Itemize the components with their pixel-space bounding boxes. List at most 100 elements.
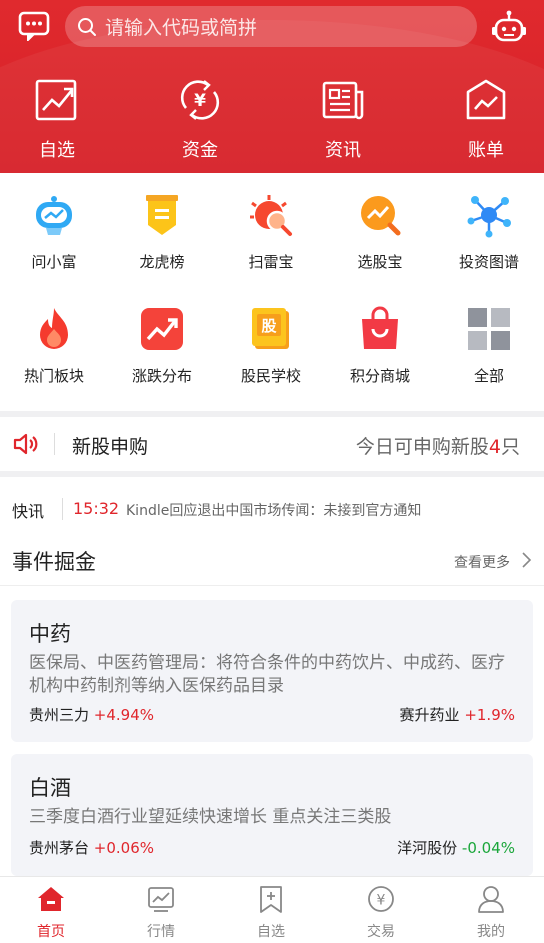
newspaper-icon [321,78,365,122]
bill-icon [464,78,508,122]
tab-me[interactable]: 我的 [437,885,544,941]
yen-circle-icon: ¥ [367,885,395,913]
grid-item-label: 全部 [473,367,504,385]
ipo-title: 新股申购 [72,436,149,458]
flame-icon [30,305,78,353]
svg-text:¥: ¥ [194,91,206,111]
divider [0,471,544,477]
grid-item-label: 选股宝 [357,253,403,271]
flash-news-tag: 快讯 [12,502,45,521]
stock-change: +0.06% [93,839,155,857]
search-icon [78,17,96,36]
event-card-stock-right[interactable]: 洋河股份 -0.04% [397,837,515,858]
shopping-bag-icon [356,305,404,353]
grid-item-label: 热门板块 [23,367,84,385]
mine-scan-icon [247,191,295,239]
tab-trade[interactable]: ¥ 交易 [327,885,435,941]
tab-market[interactable]: 行情 [107,885,215,941]
grid-item-all[interactable]: 全部 [435,305,543,386]
grid-item-dragon-tiger-list[interactable]: 龙虎榜 [108,191,216,272]
event-card-stock-right[interactable]: 赛升药业 +1.9% [400,704,515,725]
event-card-stock-left[interactable]: 贵州茅台 +0.06% [29,837,154,858]
yen-cycle-icon: ¥ [178,78,222,122]
home-icon [37,885,65,913]
tab-home[interactable]: 首页 [0,885,105,941]
quick-link-label: 资讯 [325,140,361,161]
event-card-description: 三季度白酒行业望延续快速增长 重点关注三类股 [29,807,392,827]
quick-link-label: 账单 [468,140,504,161]
stock-change: -0.04% [461,839,515,857]
tab-label: 自选 [257,924,285,940]
feature-grid: 问小富 龙虎榜 扫雷宝 选股宝 投资图谱 热门板块 涨跌分布 股 股民学校 积分… [0,173,544,411]
ipo-count: 4 [488,436,501,458]
grid-item-mine-scanner[interactable]: 扫雷宝 [217,191,325,272]
search-bar[interactable]: 请输入代码或简拼 [65,6,477,47]
event-card-stock-left[interactable]: 贵州三力 +4.94% [29,704,154,725]
stock-pick-icon [356,191,404,239]
quick-link-watchlist[interactable]: 自选 [7,74,107,162]
grid-item-points-mall[interactable]: 积分商城 [326,305,434,386]
quick-link-news[interactable]: 资讯 [293,74,393,162]
chevron-right-icon[interactable] [520,550,532,570]
event-card-description: 医保局、中医药管理局：将符合条件的中药饮片、中成药、医疗机构中药制剂等纳入医保药… [29,653,505,696]
ipo-subscription-bar[interactable]: 新股申购 今日可申购新股4只 [0,417,544,471]
grid-item-label: 龙虎榜 [139,253,185,271]
network-graph-icon [465,191,513,239]
tab-watchlist[interactable]: 自选 [217,885,325,941]
search-placeholder: 请输入代码或简拼 [105,17,258,39]
book-icon-badge: 股 [261,317,277,335]
events-header: 事件掘金 查看更多 [0,538,544,586]
flash-news-time: 15:32 [73,499,120,518]
market-chart-icon [147,885,175,913]
banner-icon [138,191,186,239]
grid-item-investor-school[interactable]: 股 股民学校 [217,305,325,386]
header: 请输入代码或简拼 自选 ¥ 资金 资讯 账单 [0,0,544,173]
quick-link-label: 自选 [39,140,75,161]
divider [54,433,55,455]
view-more-link[interactable]: 查看更多 [454,552,510,572]
grid-item-hot-sectors[interactable]: 热门板块 [0,305,108,386]
quick-link-bill[interactable]: 账单 [436,74,536,162]
ipo-count-prefix: 今日可申购新股 [355,436,489,458]
grid-item-label: 扫雷宝 [248,253,294,271]
book-icon: 股 [247,305,295,353]
stock-name: 贵州茅台 [29,839,90,857]
ipo-count-text: 今日可申购新股4只 [356,432,520,459]
grid-item-label: 积分商城 [349,367,410,385]
event-card-title: 白酒 [29,776,71,800]
tab-label: 我的 [477,924,505,940]
stock-name: 赛升药业 [399,706,460,724]
message-icon[interactable] [18,11,50,43]
divider [62,498,63,520]
quick-link-funds[interactable]: ¥ 资金 [150,74,250,162]
grid-item-rise-fall-distribution[interactable]: 涨跌分布 [108,305,216,386]
quick-links: 自选 ¥ 资金 资讯 账单 [0,74,544,164]
grid-item-label: 问小富 [31,253,77,271]
flash-news[interactable]: 快讯 15:32 Kindle回应退出中国市场传闻：未接到官方通知 [0,478,544,538]
tab-label: 行情 [147,924,175,940]
top-bar: 请输入代码或简拼 [0,0,544,56]
grid-icon [465,305,513,353]
grid-item-stock-picker[interactable]: 选股宝 [326,191,434,272]
stock-name: 贵州三力 [29,706,90,724]
flash-news-text: Kindle回应退出中国市场传闻：未接到官方通知 [126,503,422,519]
grid-item-label: 涨跌分布 [131,367,192,385]
bookmark-add-icon [257,885,285,913]
quick-link-label: 资金 [182,140,218,161]
event-card[interactable]: 中药 医保局、中医药管理局：将符合条件的中药饮片、中成药、医疗机构中药制剂等纳入… [11,600,533,742]
svg-text:¥: ¥ [377,893,386,909]
grid-item-investment-graph[interactable]: 投资图谱 [435,191,543,272]
events-title: 事件掘金 [12,550,96,574]
tab-label: 交易 [367,924,395,940]
tab-label: 首页 [37,924,65,940]
grid-item-wen-xiao-fu[interactable]: 问小富 [0,191,108,272]
trend-icon [138,305,186,353]
chart-icon [35,78,79,122]
stock-name: 洋河股份 [397,839,458,857]
event-card[interactable]: 白酒 三季度白酒行业望延续快速增长 重点关注三类股 贵州茅台 +0.06% 洋河… [11,754,533,876]
user-icon [477,885,505,913]
robot-icon[interactable] [491,10,527,44]
grid-item-label: 股民学校 [240,367,301,385]
event-card-title: 中药 [29,622,71,646]
grid-item-label: 投资图谱 [458,253,519,271]
